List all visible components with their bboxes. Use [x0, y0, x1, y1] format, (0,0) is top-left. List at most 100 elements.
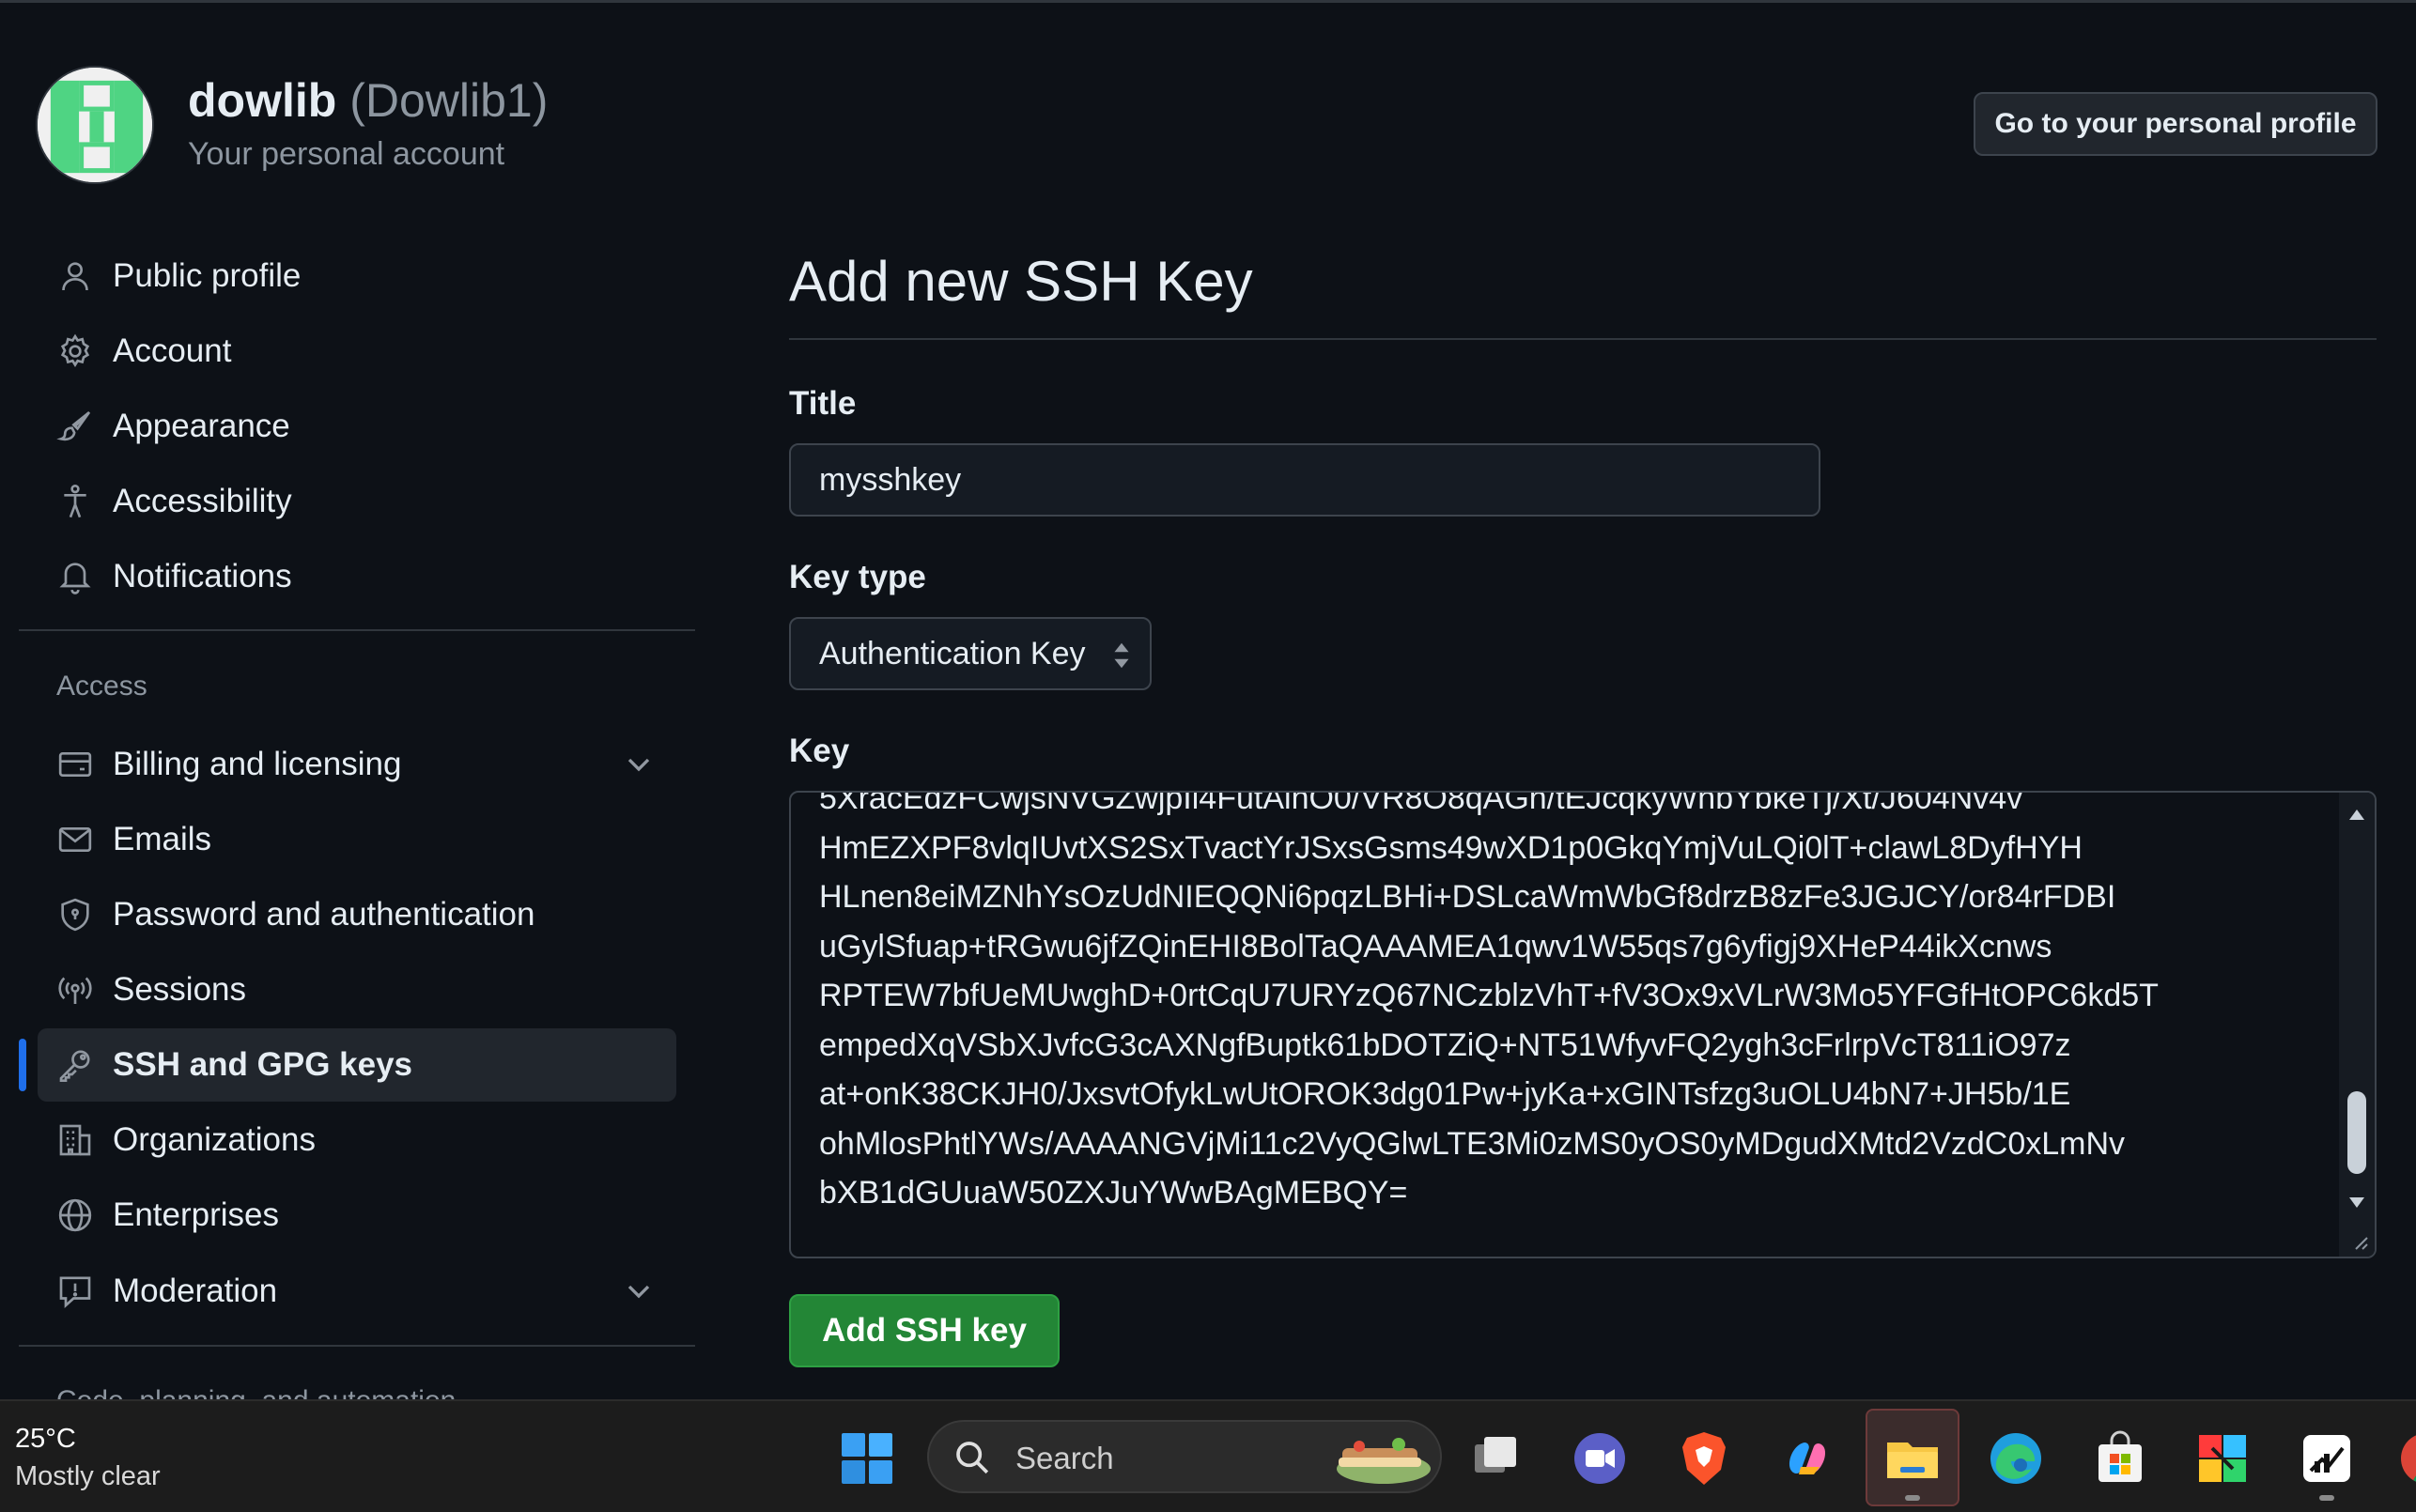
identicon-image [38, 68, 152, 182]
key-line: at+onK38CKJH0/JxsvtOfykLwUtOROK3dg01Pw+j… [819, 1076, 2071, 1112]
key-line: ohMlosPhtlYWs/AAAANGVjMi11c2VyQGlwLTE3Mi… [819, 1125, 2126, 1162]
key-label: Key [789, 733, 850, 769]
sidebar-item-public-profile[interactable]: Public profile [38, 239, 676, 313]
sidebar-item-label: Password and authentication [113, 896, 535, 933]
sidebar-item-label: Moderation [113, 1273, 278, 1309]
report-icon [38, 1255, 113, 1328]
sidebar-item-notifications[interactable]: Notifications [38, 540, 676, 613]
key-type-label: Key type [789, 559, 926, 595]
chevron-down-icon[interactable] [620, 1273, 658, 1310]
mail-icon [38, 803, 113, 876]
sidebar-item-accessibility[interactable]: Accessibility [38, 465, 676, 538]
paintbrush-icon [38, 390, 113, 463]
sidebar-item-label: Billing and licensing [113, 746, 402, 782]
sidebar-section-partial: Code, planning, and automation [56, 1381, 456, 1399]
meet-icon[interactable] [1571, 1429, 1629, 1488]
chrome-icon[interactable] [2397, 1429, 2416, 1488]
key-line: HmEZXPF8vlqIUvtXS2SxTvactYrJSxsGsms49wXD… [819, 829, 2083, 866]
title-label: Title [789, 385, 857, 422]
windows-taskbar: 25°C Mostly clear Search [0, 1399, 2416, 1512]
sidebar-item-label: Accessibility [113, 483, 292, 519]
file-explorer-icon[interactable] [1883, 1429, 1942, 1488]
sidebar-item-label: SSH and GPG keys [113, 1046, 413, 1083]
sidebar-item-label: Organizations [113, 1121, 316, 1158]
active-app-indicator [1905, 1495, 1920, 1501]
sidebar-item-appearance[interactable]: Appearance [38, 390, 676, 463]
sidebar-item-sessions[interactable]: Sessions [38, 953, 676, 1026]
go-to-profile-button[interactable]: Go to your personal profile [1974, 92, 2377, 156]
sidebar-item-ssh-gpg-keys[interactable]: SSH and GPG keys [38, 1028, 676, 1102]
store-icon[interactable] [2091, 1429, 2149, 1488]
task-view-icon[interactable] [1465, 1429, 1524, 1488]
tiles-app-icon[interactable] [2193, 1429, 2252, 1488]
scroll-thumb[interactable] [2347, 1091, 2366, 1174]
sidebar-item-label: Public profile [113, 257, 302, 294]
globe-icon [38, 1179, 113, 1252]
search-icon [956, 1442, 989, 1474]
key-line: bXB1dGUuaW50ZXJuYWwBAgMEBQY= [819, 1175, 1408, 1211]
sidebar-item-label: Emails [113, 821, 212, 857]
github-settings-page: dowlib (Dowlib1) Your personal account G… [0, 0, 2416, 1512]
account-subtitle: Your personal account [188, 136, 505, 172]
search-highlight-image [1337, 1438, 1431, 1484]
scroll-up-arrow-icon[interactable] [2346, 806, 2367, 823]
key-line: empedXqVSbXJvfcG3cAXNgfBuptk61bDOTZiQ+NT… [819, 1026, 2071, 1063]
sidebar-section-access: Access [56, 671, 147, 702]
active-indicator [19, 1039, 26, 1091]
key-line: 5XracEdzFCwjsNVGZwjpIi4FutAlnO0/VR8O8qAG… [819, 791, 2023, 816]
search-label: Search [1015, 1441, 1114, 1475]
avatar[interactable] [36, 66, 154, 184]
weather-temperature[interactable]: 25°C [15, 1424, 76, 1455]
sidebar-item-label: Account [113, 332, 232, 369]
shield-icon [38, 878, 113, 951]
stocks-app-icon[interactable] [2298, 1429, 2356, 1488]
sidebar-item-emails[interactable]: Emails [38, 803, 676, 876]
taskbar-search[interactable]: Search [927, 1420, 1442, 1493]
sidebar-item-enterprises[interactable]: Enterprises [38, 1179, 676, 1252]
resize-handle-icon[interactable] [2339, 1221, 2375, 1257]
username: dowlib [188, 74, 337, 127]
sidebar-item-label: Enterprises [113, 1196, 280, 1233]
sidebar-divider [19, 1345, 695, 1347]
sidebar-item-moderation[interactable]: Moderation [38, 1255, 676, 1328]
key-line: HLnen8eiMZNhYsOzUdNIEQQNi6pqzLBHi+DSLcaW… [819, 879, 2116, 915]
select-arrows-icon [1114, 642, 1129, 669]
copilot-icon[interactable] [1778, 1429, 1836, 1488]
bell-icon [38, 540, 113, 613]
sidebar-item-label: Notifications [113, 558, 292, 594]
organization-icon [38, 1103, 113, 1177]
person-icon [38, 239, 113, 313]
title-input[interactable] [789, 443, 1820, 517]
key-type-select[interactable]: Authentication Key [789, 617, 1152, 690]
key-textarea[interactable]: 5XracEdzFCwjsNVGZwjpIi4FutAlnO0/VR8O8qAG… [789, 791, 2377, 1258]
gear-icon [38, 315, 113, 388]
sidebar-item-account[interactable]: Account [38, 315, 676, 388]
account-name[interactable]: dowlib (Dowlib1) [188, 73, 548, 128]
credit-card-icon [38, 728, 113, 801]
running-app-indicator [2319, 1495, 2334, 1501]
scroll-down-arrow-icon[interactable] [2346, 1195, 2367, 1211]
key-type-value: Authentication Key [819, 635, 1086, 671]
key-text: 5XracEdzFCwjsNVGZwjpIi4FutAlnO0/VR8O8qAG… [819, 791, 2303, 1218]
sidebar-item-organizations[interactable]: Organizations [38, 1103, 676, 1177]
edge-icon[interactable] [1987, 1429, 2045, 1488]
top-border [0, 0, 2416, 3]
page-title: Add new SSH Key [789, 250, 1253, 313]
sidebar-item-label: Sessions [113, 971, 247, 1008]
chevron-down-icon[interactable] [620, 746, 658, 783]
key-line: RPTEW7bfUeMUwghD+0rtCqU7URYzQ67NCzblzVhT… [819, 978, 2159, 1013]
user-handle: (Dowlib1) [349, 74, 549, 127]
key-icon [38, 1028, 113, 1102]
sidebar-item-billing[interactable]: Billing and licensing [38, 728, 676, 801]
broadcast-icon [38, 953, 113, 1026]
textarea-scrollbar[interactable] [2339, 793, 2375, 1257]
sidebar-item-password-auth[interactable]: Password and authentication [38, 878, 676, 951]
key-line: uGylSfuap+tRGwu6jfZQinEHI8BolTaQAAAMEA1q… [819, 928, 2052, 964]
brave-icon[interactable] [1675, 1429, 1733, 1488]
weather-condition[interactable]: Mostly clear [15, 1461, 161, 1492]
accessibility-icon [38, 465, 113, 538]
sidebar-divider [19, 629, 695, 631]
title-divider [789, 338, 2377, 340]
windows-start-icon[interactable] [838, 1429, 896, 1488]
add-ssh-key-button[interactable]: Add SSH key [789, 1294, 1060, 1367]
